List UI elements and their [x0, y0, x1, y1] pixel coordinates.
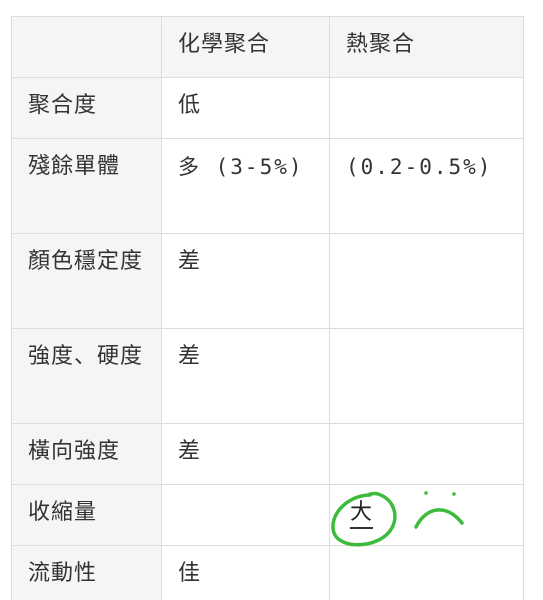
table-row: 流動性 佳 [11, 545, 524, 600]
cell-chemical: 多 (3-5%) [161, 138, 330, 234]
document-page: 化學聚合 熱聚合 聚合度 低 殘餘單體 多 (3-5%) (0.2-0.5%) … [0, 0, 543, 600]
header-cell-thermal: 熱聚合 [329, 16, 524, 78]
row-label: 流動性 [11, 545, 162, 600]
cell-chemical: 佳 [161, 545, 330, 600]
cell-chemical: 差 [161, 233, 330, 329]
row-label: 橫向強度 [11, 423, 162, 485]
cell-thermal [329, 77, 524, 139]
header-cell-empty [11, 16, 162, 78]
table-row: 顏色穩定度 差 [11, 233, 524, 329]
cell-chemical: 低 [161, 77, 330, 139]
cell-thermal [329, 545, 524, 600]
comparison-table: 化學聚合 熱聚合 聚合度 低 殘餘單體 多 (3-5%) (0.2-0.5%) … [11, 16, 524, 600]
cell-chemical [161, 484, 330, 546]
cell-thermal [329, 233, 524, 329]
table-row: 橫向強度 差 [11, 423, 524, 485]
row-label: 聚合度 [11, 77, 162, 139]
table-row: 聚合度 低 [11, 77, 524, 139]
handwritten-annotation-text: 大 [350, 500, 374, 529]
row-label: 顏色穩定度 [11, 233, 162, 329]
row-label: 收縮量 [11, 484, 162, 546]
cell-thermal [329, 328, 524, 424]
table-row: 收縮量 大 [11, 484, 524, 547]
header-cell-chemical: 化學聚合 [161, 16, 330, 78]
table-row: 殘餘單體 多 (3-5%) (0.2-0.5%) [11, 138, 524, 234]
cell-thermal-annotated: 大 [329, 484, 524, 547]
cell-thermal [329, 423, 524, 485]
row-label: 殘餘單體 [11, 138, 162, 234]
cell-thermal: (0.2-0.5%) [329, 138, 524, 234]
table-header-row: 化學聚合 熱聚合 [11, 16, 524, 78]
cell-chemical: 差 [161, 423, 330, 485]
row-label: 強度、硬度 [11, 328, 162, 424]
table-row: 強度、硬度 差 [11, 328, 524, 424]
cell-chemical: 差 [161, 328, 330, 424]
